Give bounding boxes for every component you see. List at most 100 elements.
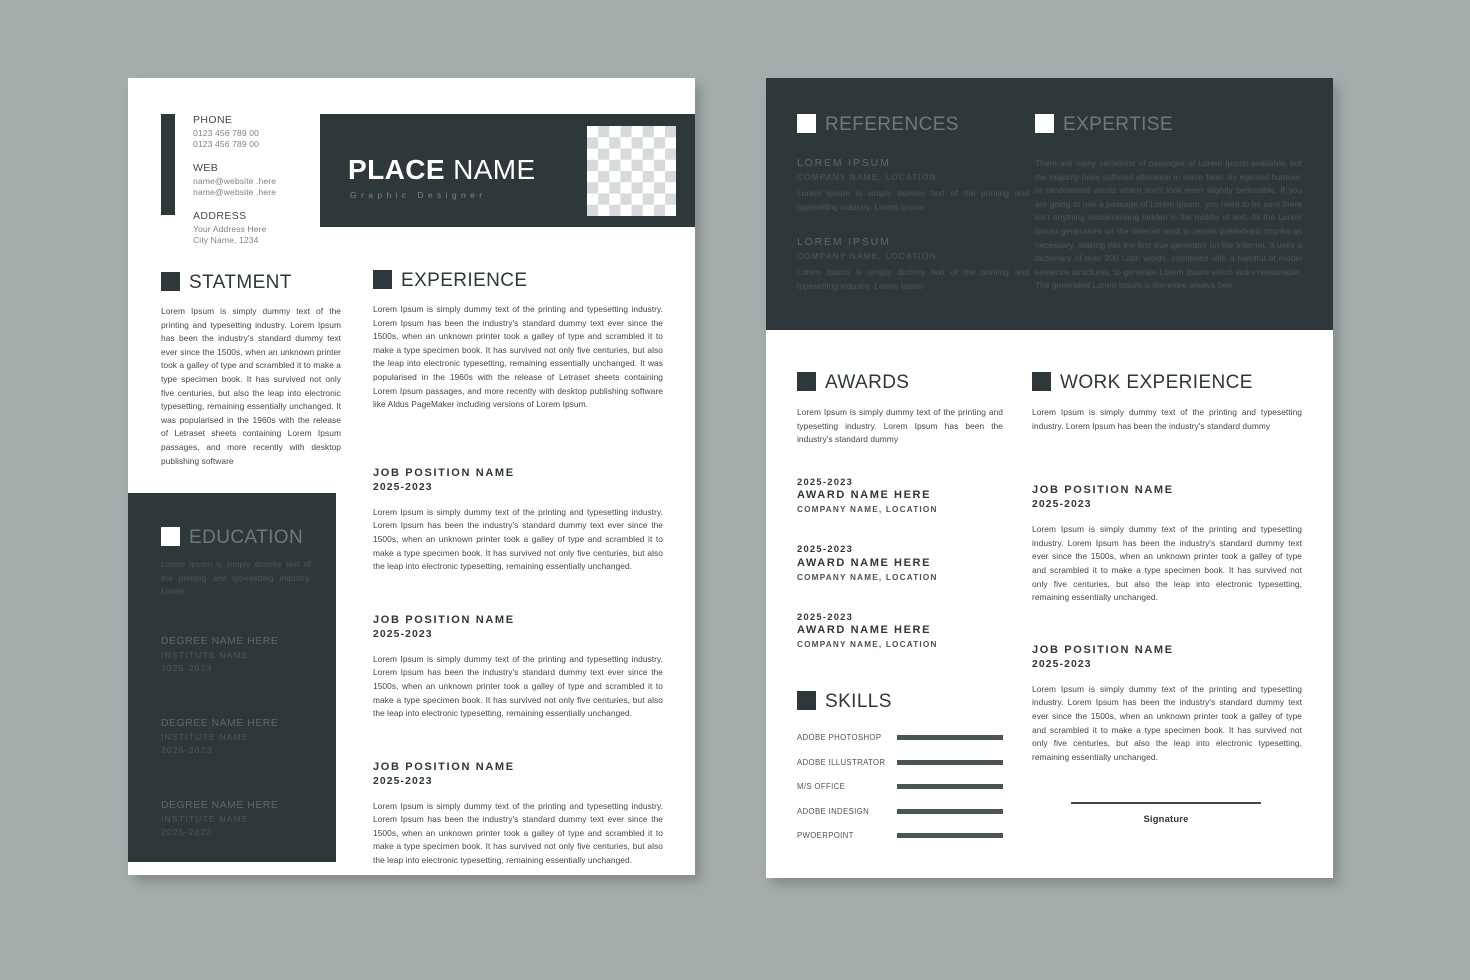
reference-name: LOREM IPSUM [797,237,891,249]
awards-heading-row: AWARDS [797,372,1003,393]
skill-progress-track [897,833,1003,839]
reference-name: LOREM IPSUM [797,158,891,169]
references-heading-row: REFERENCES [797,114,1029,135]
awards-section: AWARDS Lorem Ipsum is simply dummy text … [797,372,1003,848]
square-bullet-icon [1035,114,1054,133]
reference-body: Lorem Ipsum is simply dummy text of the … [797,267,1029,291]
name-first: PLACE [348,154,445,185]
experience-heading-row: EXPERIENCE [373,270,663,291]
job-entry: JOB POSITION NAME 2025-2023 Lorem Ipsum … [373,466,663,574]
skill-progress-fill [897,784,1003,790]
name-last: NAME [444,154,536,185]
awards-heading: AWARDS [825,372,910,393]
square-bullet-icon [1032,372,1051,391]
degree-name: DEGREE NAME HERE [161,717,279,729]
education-intro: Lorem Ipsum is simply dummy text of the … [161,559,311,597]
institute-name: INSTITUTE NAME [161,649,249,660]
education-years: 2025-2023 [161,744,213,755]
skill-progress-track [897,759,1003,765]
skill-progress-fill [897,735,1003,741]
skill-label: PWOERPOINT [797,831,854,841]
award-company: COMPANY NAME, LOCATION [797,640,938,650]
skill-label: M/S OFFICE [797,782,846,792]
job-title: JOB POSITION NAME [1032,484,1174,497]
education-years: 2025-2023 [161,662,213,673]
job-entry: JOB POSITION NAME 2025-2023 Lorem Ipsum … [1032,483,1302,605]
expertise-section: EXPERTISE There are many variations of p… [1035,114,1302,293]
skills-list: ADOBE PHOTOSHOP ADOBE ILLUSTRATOR M/S OF… [797,725,1003,848]
job-body: Lorem Ipsum is simply dummy text of the … [373,800,663,866]
skill-progress-fill [897,808,1003,814]
reference-entry: LOREM IPSUM COMPANY NAME, LOCATION Lorem… [797,236,1029,293]
statement-heading: STATMENT [189,272,292,293]
address-value-2: City Name, 1234 [193,235,259,246]
skill-row: M/S OFFICE [797,774,1003,799]
skill-row: ADOBE PHOTOSHOP [797,725,1003,750]
job-years: 2025-2023 [373,628,433,640]
resume-page-2: REFERENCES LOREM IPSUM COMPANY NAME, LOC… [766,78,1333,878]
skill-row: ADOBE INDESIGN [797,799,1003,824]
job-title: JOB POSITION NAME [373,760,515,773]
page-title: PLACE NAME [348,154,536,186]
skill-progress-track [897,808,1003,814]
name-banner: PLACE NAME Graphic Designer [320,114,695,227]
job-entry: JOB POSITION NAME 2025-2023 Lorem Ipsum … [1032,643,1302,765]
education-entry: DEGREE NAME HERE INSTITUTE NAME 2025-202… [161,635,311,675]
contact-block: PHONE 0123 456 789 00 0123 456 789 00 WE… [193,114,303,257]
education-heading-row: EDUCATION [161,527,311,548]
address-value-1: Your Address Here [193,223,267,234]
square-bullet-icon [373,270,392,289]
job-entry: JOB POSITION NAME 2025-2023 Lorem Ipsum … [373,613,663,721]
job-body: Lorem Ipsum is simply dummy text of the … [1032,683,1302,762]
education-entry: DEGREE NAME HERE INSTITUTE NAME 2025-202… [161,717,311,757]
work-experience-heading: WORK EXPERIENCE [1060,372,1253,393]
award-name: AWARD NAME HERE [797,556,932,569]
award-company: COMPANY NAME, LOCATION [797,505,938,515]
resume-template-canvas: PHONE 0123 456 789 00 0123 456 789 00 WE… [0,0,1470,980]
header-accent-bar [161,114,175,215]
skill-progress-fill [897,759,1003,765]
education-section: EDUCATION Lorem Ipsum is simply dummy te… [128,493,336,862]
job-years: 2025-2023 [1032,658,1092,670]
institute-name: INSTITUTE NAME [161,813,249,824]
job-title: JOB POSITION NAME [373,613,515,626]
statement-section: STATMENT Lorem Ipsum is simply dummy tex… [161,272,341,468]
statement-body: Lorem Ipsum is simply dummy text of the … [161,306,341,466]
signature-label: Signature [1143,813,1189,824]
square-bullet-icon [797,372,816,391]
awards-intro: Lorem Ipsum is simply dummy text of the … [797,407,1003,445]
work-experience-intro: Lorem Ipsum is simply dummy text of the … [1032,407,1302,431]
experience-section: EXPERIENCE Lorem Ipsum is simply dummy t… [373,270,663,868]
expertise-body: There are many variations of passages of… [1035,158,1302,291]
job-role-subtitle: Graphic Designer [350,190,487,200]
job-years: 2025-2023 [1032,499,1092,511]
award-company: COMPANY NAME, LOCATION [797,572,938,582]
references-heading: REFERENCES [825,114,959,135]
award-entry: 2025-2023 AWARD NAME HERE COMPANY NAME, … [797,610,1003,652]
address-label: ADDRESS [193,209,247,222]
contact-address: ADDRESS Your Address Here City Name, 123… [193,210,303,247]
photo-placeholder [587,126,676,216]
signature-block: Signature [1071,802,1261,824]
reference-entry: LOREM IPSUM COMPANY NAME, LOCATION Lorem… [797,157,1029,214]
job-body: Lorem Ipsum is simply dummy text of the … [1032,524,1302,603]
job-years: 2025-2023 [373,481,433,493]
job-body: Lorem Ipsum is simply dummy text of the … [373,653,663,719]
skill-row: PWOERPOINT [797,823,1003,848]
experience-intro: Lorem Ipsum is simply dummy text of the … [373,304,663,410]
education-years: 2025-2023 [161,826,213,837]
job-title: JOB POSITION NAME [1032,643,1174,656]
skill-progress-track [897,735,1003,741]
phone-value-2: 0123 456 789 00 [193,139,260,150]
references-section: REFERENCES LOREM IPSUM COMPANY NAME, LOC… [797,114,1029,312]
square-bullet-icon [161,527,180,546]
web-value-2: name@website .here [193,187,277,198]
statement-heading-row: STATMENT [161,272,341,293]
skill-progress-fill [897,833,1003,839]
education-entry: DEGREE NAME HERE INSTITUTE NAME 2025-202… [161,799,311,839]
job-title: JOB POSITION NAME [373,466,515,479]
work-experience-heading-row: WORK EXPERIENCE [1032,372,1302,393]
institute-name: INSTITUTE NAME [161,731,249,742]
reference-body: Lorem Ipsum is simply dummy text of the … [797,188,1029,212]
resume-page-1: PHONE 0123 456 789 00 0123 456 789 00 WE… [128,78,695,875]
